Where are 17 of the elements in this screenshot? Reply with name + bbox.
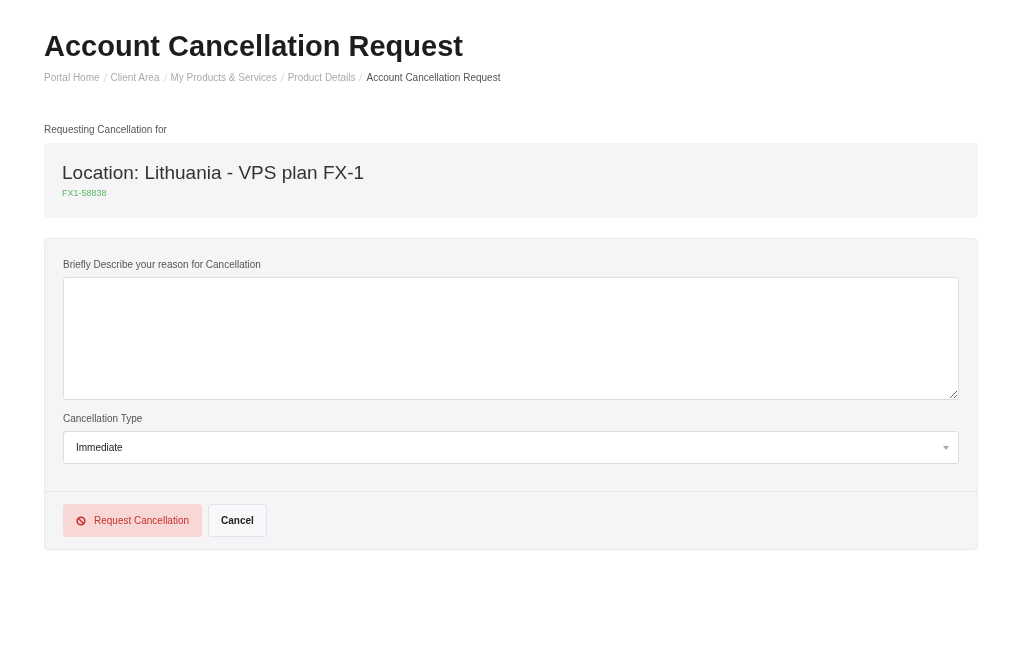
- caret-icon: [943, 445, 949, 450]
- request-cancellation-button[interactable]: Request Cancellation: [63, 504, 203, 537]
- breadcrumb-link[interactable]: Product Details: [287, 72, 356, 83]
- breadcrumb-link[interactable]: My Products & Services: [170, 72, 277, 83]
- breadcrumb-link[interactable]: Client Area: [110, 72, 160, 83]
- ban-icon: [76, 515, 86, 526]
- breadcrumb-link[interactable]: Portal Home: [44, 72, 100, 83]
- cancellation-type-select[interactable]: Immediate: [63, 431, 959, 464]
- breadcrumb-link[interactable]: Account Cancellation Request: [366, 72, 501, 83]
- product-name: Location: Lithuania - VPS plan FX-1: [62, 162, 366, 184]
- product-code: FX1-58838: [62, 188, 108, 198]
- page-title: Account Cancellation Request: [44, 29, 464, 64]
- cancel-button[interactable]: Cancel: [208, 504, 267, 537]
- reason-field[interactable]: [63, 277, 959, 400]
- intro-text: Requesting Cancellation for: [44, 124, 168, 135]
- field-label: Cancellation Type: [63, 413, 144, 424]
- field-label: Briefly Describe your reason for Cancellation: [63, 259, 262, 270]
